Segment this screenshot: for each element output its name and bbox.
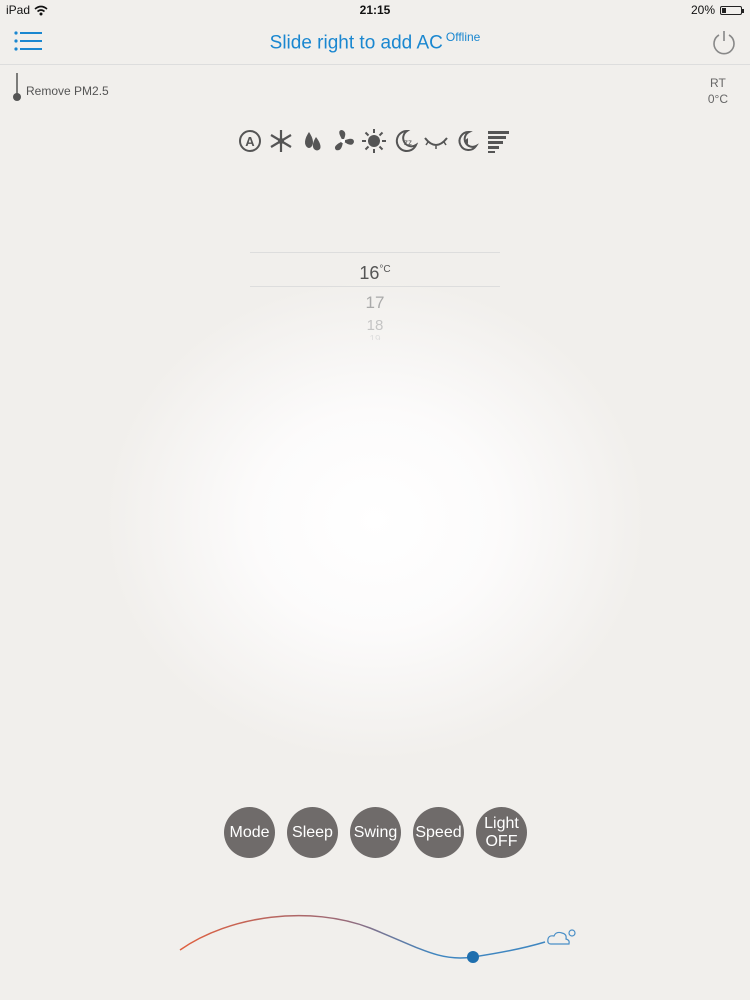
power-button[interactable]	[710, 28, 738, 56]
moon-icon[interactable]: zz	[391, 126, 419, 156]
title-text: Slide right to add AC	[269, 32, 443, 54]
selected-temperature[interactable]: 16°C	[250, 252, 500, 287]
selected-temp-value: 16	[359, 263, 380, 283]
nav-bar: Slide right to add AC Offline	[0, 20, 750, 65]
speed-button[interactable]: Speed	[413, 807, 464, 858]
pm-label: Remove PM2.5	[26, 84, 109, 98]
rt-label: RT	[710, 76, 726, 90]
svg-text:A: A	[245, 134, 255, 149]
temperature-curve[interactable]	[170, 900, 590, 970]
page-title: Slide right to add AC Offline	[0, 30, 750, 54]
curve-line	[179, 914, 546, 959]
fan-icon[interactable]	[329, 126, 357, 156]
mode-button[interactable]: Mode	[224, 807, 275, 858]
control-buttons: Mode Sleep Swing Speed Light OFF	[224, 807, 527, 858]
cloud-sun-icon	[547, 929, 576, 945]
curve-handle[interactable]	[467, 951, 479, 963]
status-bar: iPad 21:15 20%	[0, 0, 750, 20]
temp-option-19[interactable]: 19	[250, 334, 500, 340]
swing-button[interactable]: Swing	[350, 807, 401, 858]
mode-icons: A zz	[236, 126, 512, 156]
power-icon	[713, 31, 735, 55]
temperature-picker[interactable]: 16°C 17 18 19	[250, 252, 500, 340]
clock: 21:15	[359, 3, 391, 17]
moon-half-icon[interactable]	[453, 126, 481, 156]
drop-icon[interactable]	[298, 126, 326, 156]
sun-icon[interactable]	[360, 126, 388, 156]
temp-option-17[interactable]: 17	[250, 293, 500, 313]
auto-mode-icon[interactable]: A	[236, 126, 264, 156]
light-state: OFF	[485, 832, 518, 850]
battery-icon	[720, 5, 744, 15]
eye-icon[interactable]	[422, 126, 450, 156]
status-right: 20%	[690, 3, 744, 17]
svg-text:zz: zz	[404, 138, 412, 147]
light-button[interactable]: Light OFF	[476, 807, 527, 858]
battery-percent: 20%	[690, 3, 715, 17]
speed-bars-icon[interactable]	[484, 126, 512, 156]
temp-option-18[interactable]: 18	[250, 317, 500, 334]
temp-unit: °C	[379, 264, 391, 275]
sleep-button[interactable]: Sleep	[287, 807, 338, 858]
light-label: Light	[484, 814, 519, 832]
offline-status: Offline	[445, 30, 481, 44]
rt-value: 0°C	[707, 92, 728, 106]
thermometer-icon	[13, 73, 21, 101]
snowflake-icon[interactable]	[267, 126, 295, 156]
room-temperature: RT 0°C	[708, 75, 728, 107]
pm-remove[interactable]: Remove PM2.5	[12, 72, 109, 102]
